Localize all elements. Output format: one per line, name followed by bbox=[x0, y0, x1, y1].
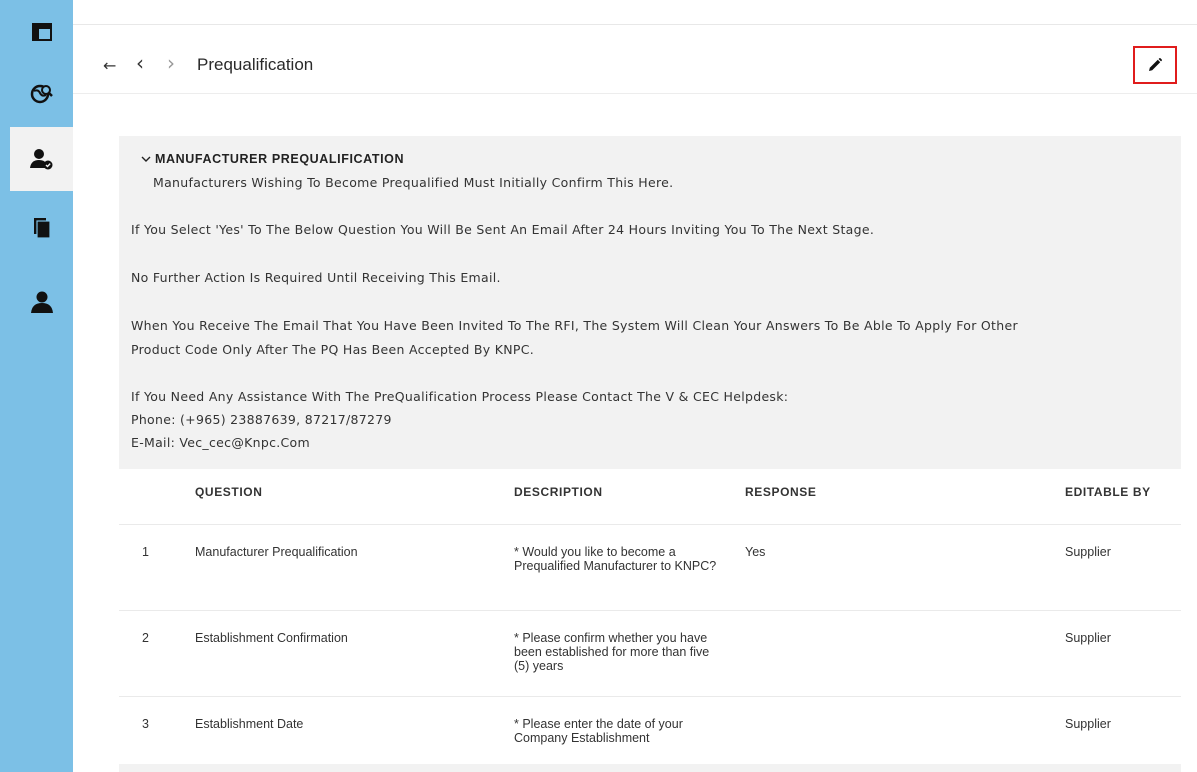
helpdesk-phone: Phone: (+965) 23887639, 87217/87279 bbox=[131, 412, 392, 427]
user-icon bbox=[30, 291, 53, 313]
documents-icon bbox=[33, 218, 51, 239]
row-question: Manufacturer Prequalification bbox=[195, 545, 358, 559]
row-question: Establishment Confirmation bbox=[195, 631, 348, 645]
edit-button[interactable] bbox=[1133, 46, 1177, 84]
page-title: Prequalification bbox=[197, 55, 314, 74]
previous-chevron-icon[interactable]: ‹ bbox=[136, 53, 144, 73]
layout-icon bbox=[31, 23, 52, 41]
page-header: ← ‹ › Prequalification bbox=[73, 40, 1197, 94]
table-header: QUESTION DESCRIPTION RESPONSE EDITABLE B… bbox=[119, 469, 1181, 525]
row-editable-by: Supplier bbox=[1065, 631, 1111, 645]
sidebar-item-user-check[interactable] bbox=[10, 127, 73, 191]
row-description: * Would you like to become a Prequalifie… bbox=[514, 545, 717, 573]
user-check-icon bbox=[29, 149, 52, 170]
chevron-down-icon bbox=[141, 156, 151, 162]
column-header-description[interactable]: DESCRIPTION bbox=[514, 485, 603, 499]
row-description: * Please enter the date of your Company … bbox=[514, 717, 683, 745]
globe-search-icon bbox=[30, 84, 53, 104]
row-editable-by: Supplier bbox=[1065, 717, 1111, 731]
row-question: Establishment Date bbox=[195, 717, 304, 731]
table-row[interactable]: 2 Establishment Confirmation * Please co… bbox=[119, 611, 1181, 697]
row-response: Yes bbox=[745, 545, 766, 559]
next-chevron-icon[interactable]: › bbox=[167, 53, 175, 73]
sidebar-item-layout[interactable] bbox=[10, 0, 73, 64]
table-row[interactable]: 1 Manufacturer Prequalification * Would … bbox=[119, 525, 1181, 611]
row-number: 2 bbox=[142, 631, 149, 645]
info-line-assistance: If You Need Any Assistance With The PreQ… bbox=[131, 389, 789, 404]
section-toggle[interactable]: MANUFACTURER PREQUALIFICATION bbox=[141, 152, 404, 166]
table-row[interactable]: 3 Establishment Date * Please enter the … bbox=[119, 697, 1181, 772]
info-line-no-action: No Further Action Is Required Until Rece… bbox=[131, 270, 501, 285]
info-line-rfi-b: Product Code Only After The PQ Has Been … bbox=[131, 342, 535, 357]
sidebar-item-globe-search[interactable] bbox=[10, 62, 73, 126]
row-description: * Please confirm whether you have been e… bbox=[514, 631, 710, 673]
row-editable-by: Supplier bbox=[1065, 545, 1111, 559]
questions-table: QUESTION DESCRIPTION RESPONSE EDITABLE B… bbox=[119, 469, 1181, 772]
pencil-icon bbox=[1149, 58, 1162, 71]
section-title: MANUFACTURER PREQUALIFICATION bbox=[155, 152, 405, 166]
next-section-strip bbox=[119, 764, 1181, 772]
row-number: 1 bbox=[142, 545, 149, 559]
sidebar-item-documents[interactable] bbox=[10, 196, 73, 260]
column-header-editable-by[interactable]: EDITABLE BY bbox=[1065, 485, 1151, 499]
column-header-question[interactable]: QUESTION bbox=[195, 485, 262, 499]
info-line-email-invite: If You Select 'Yes' To The Below Questio… bbox=[131, 222, 875, 237]
section-subtitle: Manufacturers Wishing To Become Prequali… bbox=[153, 175, 674, 190]
sidebar bbox=[0, 0, 73, 772]
row-number: 3 bbox=[142, 717, 149, 731]
helpdesk-email: E-Mail: Vec_cec@Knpc.Com bbox=[131, 435, 310, 450]
back-arrow-icon[interactable]: ← bbox=[103, 56, 116, 76]
top-divider bbox=[73, 24, 1197, 25]
column-header-response[interactable]: RESPONSE bbox=[745, 485, 817, 499]
manufacturer-prequalification-panel: MANUFACTURER PREQUALIFICATION Manufactur… bbox=[119, 136, 1181, 469]
sidebar-item-user[interactable] bbox=[10, 270, 73, 334]
info-line-rfi-a: When You Receive The Email That You Have… bbox=[131, 318, 1018, 333]
